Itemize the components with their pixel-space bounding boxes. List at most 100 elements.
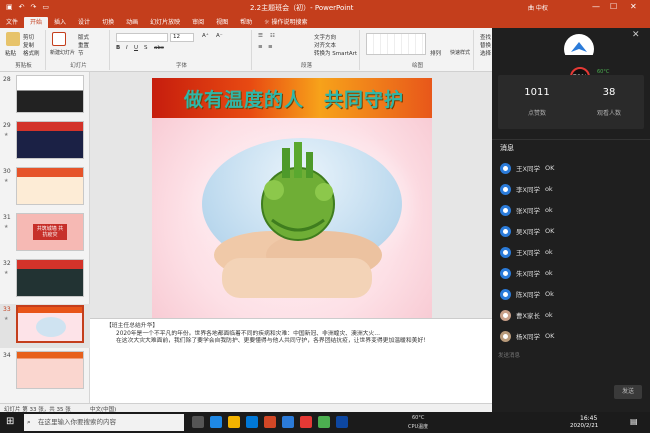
divider — [492, 139, 650, 140]
replace-button[interactable]: 替换 — [480, 41, 491, 49]
thumbnail-29[interactable]: 29 ★ — [0, 120, 90, 164]
message-sender: 王X同学 — [516, 165, 540, 173]
smartart-button[interactable]: 转换为 SmartArt — [314, 49, 357, 57]
cut-button[interactable]: 剪切 — [23, 33, 34, 41]
message-item: 陈X同学 Ok — [500, 287, 554, 301]
message-text: Ok — [544, 290, 554, 298]
tab-home[interactable]: 开始 — [24, 17, 49, 28]
save-icon[interactable]: ▣ — [6, 3, 13, 11]
tab-animations[interactable]: 动画 — [120, 17, 144, 28]
tab-insert[interactable]: 插入 — [48, 17, 72, 28]
taskbar-search-box[interactable]: ⌕ 在这里输入你要搜索的内容 — [24, 414, 184, 431]
quick-styles-button[interactable]: 快速样式 — [450, 49, 470, 56]
thumbnail-oval — [36, 317, 66, 337]
font-group-label: 字体 — [175, 63, 187, 69]
select-button[interactable]: 选择 — [480, 49, 491, 57]
strikethrough-button[interactable]: abc — [154, 45, 164, 51]
decrease-font-icon[interactable]: A⁻ — [216, 33, 223, 39]
arrange-button[interactable]: 排列 — [430, 49, 441, 57]
bold-button[interactable]: B — [116, 45, 120, 51]
title-bar: ▣ ↶ ↷ ▭ 2.2主题班会（初）- PowerPoint 曲 中权 — ☐ … — [0, 0, 650, 16]
paste-icon[interactable] — [6, 32, 20, 46]
thumbnail-number: 34 — [3, 352, 11, 359]
notes-heading: 【班主任总结升华】 — [106, 323, 159, 329]
font-size-select[interactable]: 12 — [170, 33, 194, 42]
redo-icon[interactable]: ↷ — [31, 3, 37, 11]
tab-help[interactable]: 帮助 — [234, 17, 258, 28]
powerpoint-icon[interactable] — [264, 416, 276, 428]
message-sender: 李X同学 — [516, 186, 540, 194]
app-icon[interactable] — [300, 416, 312, 428]
italic-button[interactable]: I — [126, 45, 128, 51]
increase-font-icon[interactable]: A⁺ — [202, 33, 209, 39]
user-avatar-icon — [500, 309, 511, 321]
tab-file[interactable]: 文件 — [0, 17, 24, 28]
word-icon[interactable] — [336, 416, 348, 428]
shadow-button[interactable]: S — [144, 45, 148, 51]
new-slide-icon[interactable] — [52, 32, 66, 46]
search-icon: ⌕ — [27, 418, 31, 426]
align-text-button[interactable]: 对齐文本 — [314, 41, 336, 49]
wechat-icon[interactable] — [318, 416, 330, 428]
current-slide[interactable]: 做有温度的人 共同守护 — [152, 78, 432, 318]
edge-icon[interactable] — [210, 416, 222, 428]
tab-view[interactable]: 视图 — [210, 17, 234, 28]
tab-slideshow[interactable]: 幻灯片放映 — [144, 17, 186, 28]
taskbar-date[interactable]: 2020/2/21 — [570, 423, 598, 429]
thumbnail-number: 33 — [3, 306, 11, 313]
thumbnail-30[interactable]: 30 ★ — [0, 166, 90, 210]
format-painter-button[interactable]: 格式刷 — [23, 49, 40, 57]
undo-icon[interactable]: ↶ — [19, 3, 25, 11]
live-app-icon[interactable] — [282, 416, 294, 428]
maximize-icon[interactable]: ☐ — [610, 2, 617, 11]
present-icon[interactable]: ▭ — [42, 3, 49, 11]
likes-stat: 1011 点赞数 — [512, 87, 562, 117]
layout-button[interactable]: 版式 — [78, 33, 89, 41]
minimize-icon[interactable]: — — [592, 2, 600, 11]
thumbnail-text: 共筑城墙 共抗疫灾 — [33, 224, 67, 240]
tab-review[interactable]: 审阅 — [186, 17, 210, 28]
reset-button[interactable]: 重置 — [78, 41, 89, 49]
windows-start-icon[interactable]: ⊞ — [6, 416, 14, 427]
section-button[interactable]: 节 — [78, 49, 84, 57]
message-input[interactable]: 发送消息 — [498, 351, 520, 359]
panel-close-icon[interactable]: ✕ — [632, 30, 640, 40]
file-explorer-icon[interactable] — [228, 416, 240, 428]
speaker-notes[interactable]: 【班主任总结升华】 2020年是一个不平凡的年份。世界各地都面临着不同的疾病和灾… — [90, 318, 492, 403]
thumbnail-34[interactable]: 34 — [0, 350, 90, 394]
paste-button[interactable]: 粘贴 — [5, 49, 16, 57]
notification-icon[interactable]: ▤ — [630, 417, 638, 426]
task-view-icon[interactable] — [192, 416, 204, 428]
thumbnail-31[interactable]: 31 ★ 共筑城墙 共抗疫灾 — [0, 212, 90, 256]
shapes-gallery[interactable] — [366, 33, 426, 55]
font-name-select[interactable] — [116, 33, 168, 42]
tell-me-label: 操作说明搜索 — [271, 19, 308, 26]
slides-group-label: 幻灯片 — [70, 63, 87, 69]
thumbnail-32[interactable]: 32 ★ — [0, 258, 90, 302]
send-button[interactable]: 发送 — [614, 385, 642, 399]
tab-transitions[interactable]: 切换 — [96, 17, 120, 28]
align-center-icon[interactable]: ≡ — [268, 44, 273, 50]
copy-button[interactable]: 复制 — [23, 41, 34, 49]
thumbnail-28[interactable]: 28 — [0, 74, 90, 118]
user-name[interactable]: 曲 中权 — [528, 3, 548, 12]
tab-design[interactable]: 设计 — [72, 17, 96, 28]
thumbnail-number: 29 — [3, 122, 11, 129]
text-direction-button[interactable]: 文字方向 — [314, 33, 336, 41]
taskbar-time[interactable]: 16:45 — [580, 415, 597, 422]
numbering-icon[interactable]: ☷ — [270, 33, 275, 39]
underline-button[interactable]: U — [134, 45, 138, 51]
new-slide-button[interactable]: 新建幻灯片 — [50, 49, 75, 56]
bullets-icon[interactable]: ☰ — [258, 33, 263, 39]
thumbnail-33[interactable]: 33 ★ — [0, 304, 90, 348]
thumbnail-image — [16, 121, 84, 159]
store-icon[interactable] — [246, 416, 258, 428]
close-icon[interactable]: ✕ — [630, 2, 637, 11]
thumbnail-number: 30 — [3, 168, 11, 175]
message-item: 王X同学 OK — [500, 161, 554, 175]
find-button[interactable]: 查找 — [480, 33, 491, 41]
user-avatar-icon — [500, 288, 511, 300]
tell-me-search[interactable]: ☼ 操作说明搜索 — [258, 17, 313, 28]
align-left-icon[interactable]: ≡ — [258, 44, 263, 50]
paragraph-group: ☰ ☷ ≡ ≡ 文字方向 对齐文本 转换为 SmartArt 段落 — [254, 30, 360, 70]
